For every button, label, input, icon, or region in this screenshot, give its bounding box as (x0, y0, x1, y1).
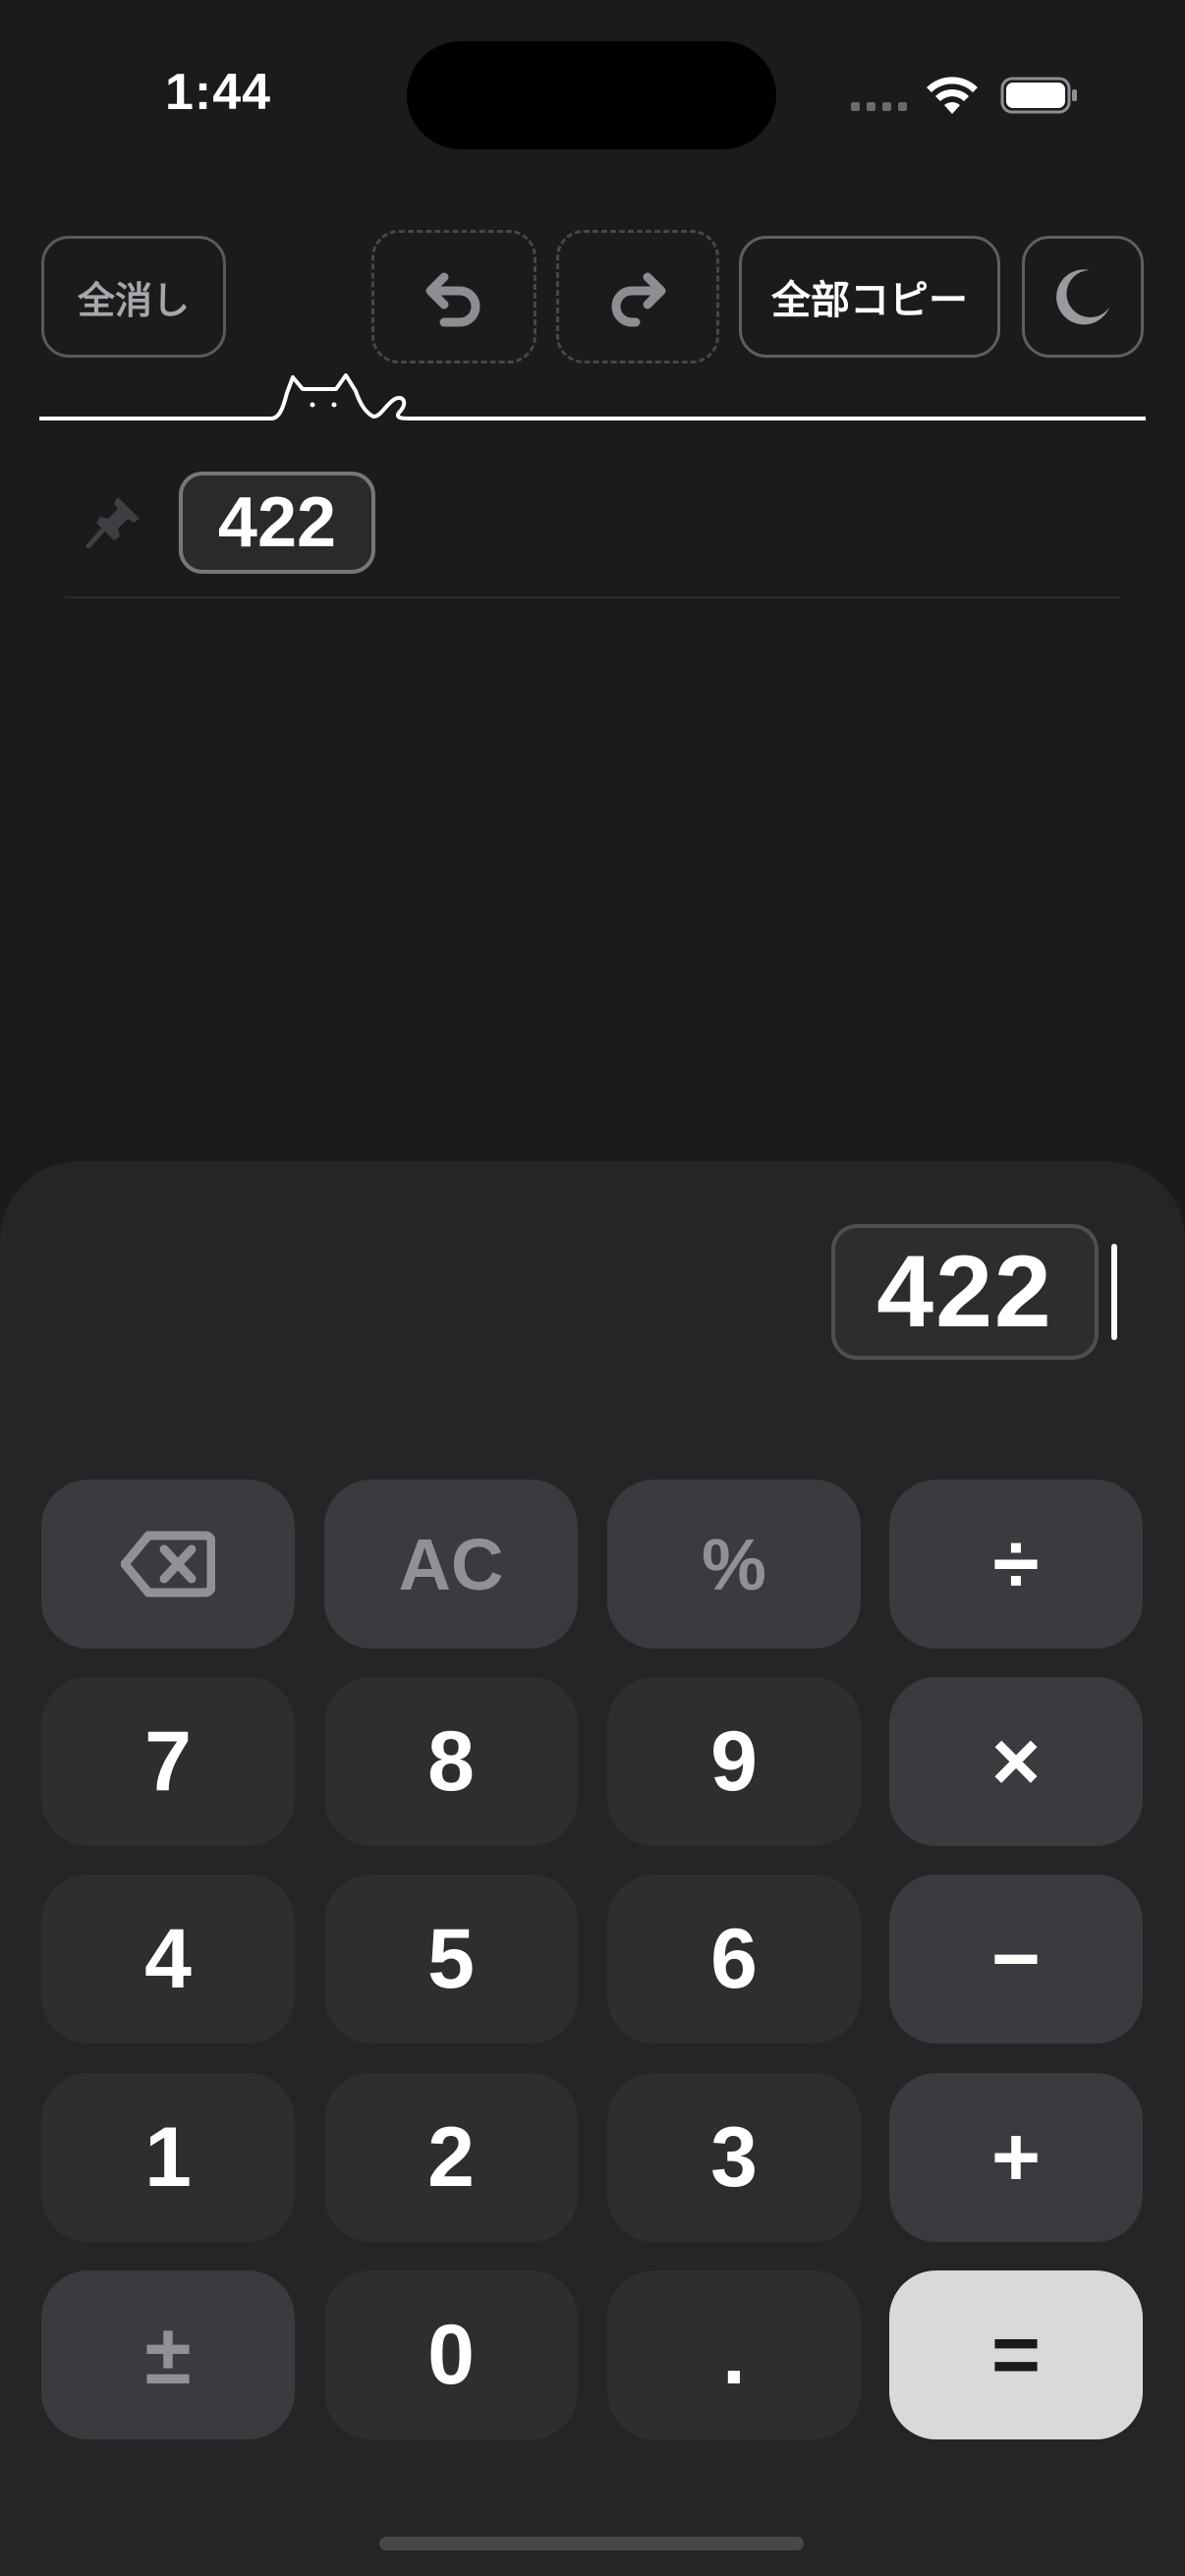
key-6[interactable]: 6 (607, 1875, 861, 2044)
status-time: 1:44 (165, 64, 272, 121)
history-divider (65, 596, 1120, 598)
pin-icon[interactable] (85, 491, 145, 552)
backspace-button[interactable] (41, 1480, 295, 1649)
key-3[interactable]: 3 (607, 2073, 861, 2242)
key-8[interactable]: 8 (324, 1677, 578, 1846)
copy-all-label: 全部コピー (771, 279, 968, 322)
history-value-chip[interactable]: 422 (179, 472, 375, 574)
key-7[interactable]: 7 (41, 1677, 295, 1846)
undo-icon (425, 272, 480, 327)
equals-button[interactable]: = (889, 2270, 1143, 2439)
percent-button[interactable]: % (607, 1480, 861, 1649)
undo-button[interactable] (371, 230, 536, 364)
clear-all-label: 全消し (77, 280, 190, 322)
dynamic-island (407, 41, 776, 149)
redo-icon (611, 272, 666, 327)
cat-line-divider (39, 373, 1146, 420)
key-0[interactable]: 0 (324, 2270, 578, 2439)
key-2[interactable]: 2 (324, 2073, 578, 2242)
battery-icon (1000, 77, 1077, 114)
redo-button[interactable] (556, 230, 719, 364)
home-indicator[interactable] (379, 2537, 804, 2550)
moon-icon (1056, 269, 1109, 325)
backspace-icon (121, 1531, 215, 1597)
expression-display[interactable]: 422 (831, 1224, 1099, 1360)
wifi-icon (927, 77, 978, 114)
cellular-icon (851, 102, 907, 111)
decimal-button[interactable]: . (607, 2270, 861, 2439)
key-4[interactable]: 4 (41, 1875, 295, 2044)
clear-all-button[interactable]: 全消し (41, 236, 226, 358)
key-1[interactable]: 1 (41, 2073, 295, 2242)
plus-minus-button[interactable]: ± (41, 2270, 295, 2439)
all-clear-button[interactable]: AC (324, 1480, 578, 1649)
text-cursor (1111, 1244, 1117, 1340)
divide-button[interactable]: ÷ (889, 1480, 1143, 1649)
key-9[interactable]: 9 (607, 1677, 861, 1846)
add-button[interactable]: + (889, 2073, 1143, 2242)
subtract-button[interactable]: − (889, 1875, 1143, 2044)
multiply-button[interactable]: × (889, 1677, 1143, 1846)
theme-toggle-button[interactable] (1022, 236, 1144, 358)
copy-all-button[interactable]: 全部コピー (739, 236, 1000, 358)
key-5[interactable]: 5 (324, 1875, 578, 2044)
